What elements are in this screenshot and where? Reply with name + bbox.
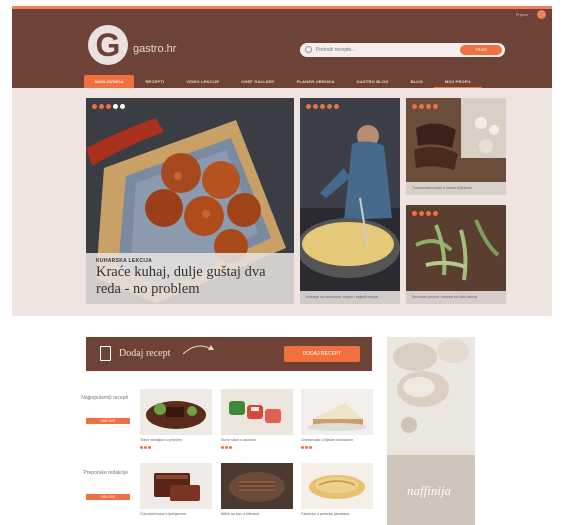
main-nav: NASLOVNICA RECEPTI VIDEO LEKCIJE CHEF GA… [84,75,483,89]
add-recipe-button[interactable]: DODAJ RECEPT [284,346,360,362]
star-icon [313,104,318,109]
section-label: Najpopularniji recepti [81,395,128,401]
star-icon [306,104,311,109]
nav-item-recipes[interactable]: RECEPTI [134,75,175,89]
star-icon [327,104,332,109]
side-advertisement[interactable]: naffinija [387,337,475,525]
recipe-title[interactable]: Čokoladni kolač s lješnjacima [140,512,212,516]
search-input[interactable] [316,45,446,55]
document-icon [100,346,111,361]
recipe-thumbnail[interactable] [140,463,212,509]
recipe-photo [301,389,373,435]
star-icon [426,104,431,109]
nav-item-video-lessons[interactable]: VIDEO LEKCIJE [175,75,230,89]
hero-card-caption: Kuhanje na otvorenom: savjeti i najbolji… [300,291,400,304]
nav-item-gastro-blog[interactable]: GASTRO BLOG [346,75,400,89]
ad-brand-text: naffinija [407,483,452,498]
recipe-title[interactable]: Palačinke s pečenim jabukama [301,512,373,516]
recipe-title[interactable]: Biftek na žaru s bilinama [221,512,293,516]
recipe-photo [140,463,212,509]
star-icon [433,211,438,216]
featured-title[interactable]: Kraće kuhaj, dulje guštaj dva reda - no … [96,264,284,298]
recipe-thumbnail[interactable] [140,389,212,435]
hero-card-caption: Sezonsko povrće: mahune na više načina [406,291,506,304]
star-icon [419,104,424,109]
hero-card[interactable]: Tradicionalni kolači iz bakine bilježnic… [406,98,506,195]
star-icon [419,211,424,216]
gastro-logo[interactable]: G [88,25,128,65]
rating-stars [221,446,232,449]
rating-stars [140,446,151,449]
search-icon [305,46,312,53]
chef-cooking-photo [300,98,400,304]
recipe-title[interactable]: Sushi rolice s lososom [221,438,293,442]
star-icon [412,211,417,216]
slider-dot[interactable] [99,104,104,109]
section-label: Preporuke redakcije [83,470,128,476]
star-icon [412,104,417,109]
hero-card-title[interactable]: Kuhanje na otvorenom: savjeti i najbolji… [306,295,394,300]
star-icon [144,446,147,449]
nav-item-profile[interactable]: MOJ PROFIL [433,75,483,89]
recipe-photo [301,463,373,509]
nav-item-home[interactable]: NASLOVNICA [84,75,135,89]
star-icon [229,446,232,449]
recipe-photo [221,463,293,509]
rating-stars [306,104,339,109]
star-icon [221,446,224,449]
recipe-thumbnail[interactable] [221,389,293,435]
slider-dot[interactable] [120,104,125,109]
user-avatar-icon[interactable] [537,10,546,19]
curved-arrow-icon [182,345,214,355]
hero-card-title[interactable]: Sezonsko povrće: mahune na više načina [412,295,500,300]
slider-dot[interactable] [113,104,118,109]
star-icon [140,446,143,449]
star-icon [320,104,325,109]
star-icon [309,446,312,449]
star-icon [148,446,151,449]
star-icon [305,446,308,449]
star-icon [225,446,228,449]
recipe-thumbnail[interactable] [301,389,373,435]
hero-card[interactable]: Kuhanje na otvorenom: savjeti i najbolji… [300,98,400,304]
logo-letter: G [95,27,121,63]
add-recipe-label[interactable]: Dodaj recept [119,348,170,359]
green-beans-photo [406,205,506,304]
hero-card-caption: Tradicionalni kolači iz bakine bilježnic… [406,182,506,195]
recipe-thumbnail[interactable] [301,463,373,509]
rating-stars [412,211,438,216]
star-icon [433,104,438,109]
featured-card[interactable]: KUHARSKA LEKCIJA Kraće kuhaj, dulje gušt… [86,98,294,304]
hero-card[interactable]: Sezonsko povrće: mahune na više načina [406,205,506,304]
recipe-photo [140,389,212,435]
recipe-title[interactable]: Teleći medaljoni s povrćem [140,438,212,442]
search-button[interactable]: TRAŽI [460,45,502,55]
brand-name[interactable]: gastro.hr [133,43,176,55]
login-link[interactable]: Prijava [516,12,528,17]
star-icon [334,104,339,109]
star-icon [301,446,304,449]
search-bar: TRAŽI [300,43,505,57]
hero-card-title[interactable]: Tradicionalni kolači iz bakine bilježnic… [412,186,500,191]
add-recipe-bar: Dodaj recept DODAJ RECEPT [86,337,372,371]
star-icon [426,211,431,216]
nav-item-meal-planner[interactable]: PLANER OBROKA [286,75,346,89]
recipe-photo [221,389,293,435]
featured-caption: KUHARSKA LEKCIJA Kraće kuhaj, dulje gušt… [86,253,294,304]
pastry-photo [406,98,506,195]
nav-item-chef-gallery[interactable]: CHEF GALLERY [230,75,285,89]
recipe-thumbnail[interactable] [221,463,293,509]
nav-item-blog[interactable]: BLOG [400,75,434,89]
slider-dots[interactable] [92,104,125,109]
site-header: Prijava G gastro.hr TRAŽI NASLOVNICA REC… [12,6,552,89]
rating-stars [301,446,312,449]
slider-dot[interactable] [92,104,97,109]
recipe-title[interactable]: Cheesecake s bijelom čokoladom [301,438,373,442]
slider-dot[interactable] [106,104,111,109]
rating-stars [412,104,438,109]
see-all-button[interactable]: VIDI SVE [86,494,130,500]
see-all-button[interactable]: VIDI SVE [86,418,130,424]
